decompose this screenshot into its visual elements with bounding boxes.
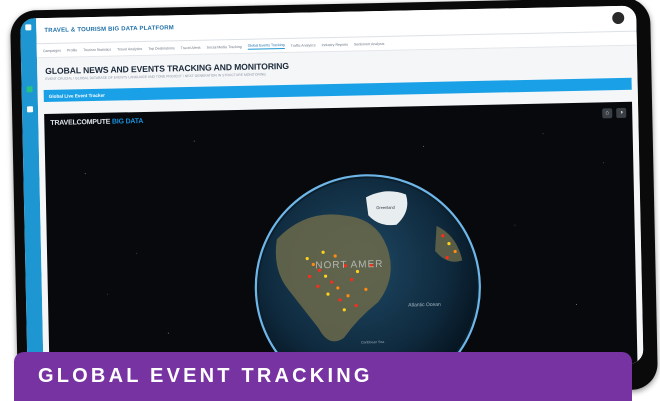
- platform-brand[interactable]: TRAVEL & TOURISM BIG DATA PLATFORM: [44, 25, 174, 34]
- tablet-device: TRAVEL & TOURISM BIG DATA PLATFORM Campa…: [9, 0, 659, 401]
- globe-label-greenland: Greenland: [376, 205, 395, 210]
- tab-global-events-tracking[interactable]: Global Events Tracking: [247, 42, 285, 50]
- user-avatar[interactable]: [612, 11, 625, 25]
- tablet-screen: TRAVEL & TOURISM BIG DATA PLATFORM Campa…: [20, 5, 644, 377]
- sidebar-logo-icon[interactable]: [25, 24, 32, 31]
- sidebar-home-icon[interactable]: [26, 106, 34, 113]
- tab-tourism-statistics[interactable]: Tourism Statistics: [83, 47, 111, 52]
- tab-industry-reports[interactable]: Industry Reports: [322, 42, 348, 47]
- tab-top-destinations[interactable]: Top Destinations: [148, 46, 175, 51]
- home-icon[interactable]: ⌂: [602, 108, 613, 119]
- globe-map-panel[interactable]: TRAVELCOMPUTE BIG DATA ⌂ ◑ NORT AMER Gre…: [44, 101, 638, 376]
- main-content: TRAVEL & TOURISM BIG DATA PLATFORM Campa…: [36, 5, 644, 377]
- tracker-title: Global Live Event Tracker: [48, 92, 105, 99]
- globe-label-caribbean: Caribbean Sea: [361, 340, 384, 344]
- tab-campaigns[interactable]: Campaigns: [43, 48, 61, 52]
- globe[interactable]: NORT AMER Greenland Atlantic Ocean Carib…: [245, 165, 490, 376]
- tab-social-media-tracking[interactable]: Social Media Tracking: [207, 44, 242, 49]
- tab-travel-analytics[interactable]: Travel Analytics: [117, 46, 142, 51]
- globe-icon[interactable]: ◑: [616, 107, 627, 119]
- tab-sentiment-analysis[interactable]: Sentiment Analysis: [354, 41, 384, 46]
- tab-travel-alerts[interactable]: Travel Alerts: [181, 45, 201, 49]
- caption-text: GLOBAL EVENT TRACKING: [38, 365, 373, 387]
- map-brand-main: TRAVELCOMPUTE: [50, 118, 111, 127]
- map-brand-accent: BIG DATA: [111, 117, 144, 126]
- promo-stage: TRAVEL & TOURISM BIG DATA PLATFORM Campa…: [0, 0, 660, 401]
- tab-traffic-analytics[interactable]: Traffic Analytics: [291, 43, 316, 48]
- tab-profile[interactable]: Profile: [67, 48, 77, 52]
- globe-label-north-america: NORT AMER: [315, 259, 383, 271]
- sidebar-dashboard-icon[interactable]: [26, 86, 33, 93]
- caption-banner: GLOBAL EVENT TRACKING: [14, 352, 632, 401]
- globe-label-atlantic: Atlantic Ocean: [408, 302, 441, 309]
